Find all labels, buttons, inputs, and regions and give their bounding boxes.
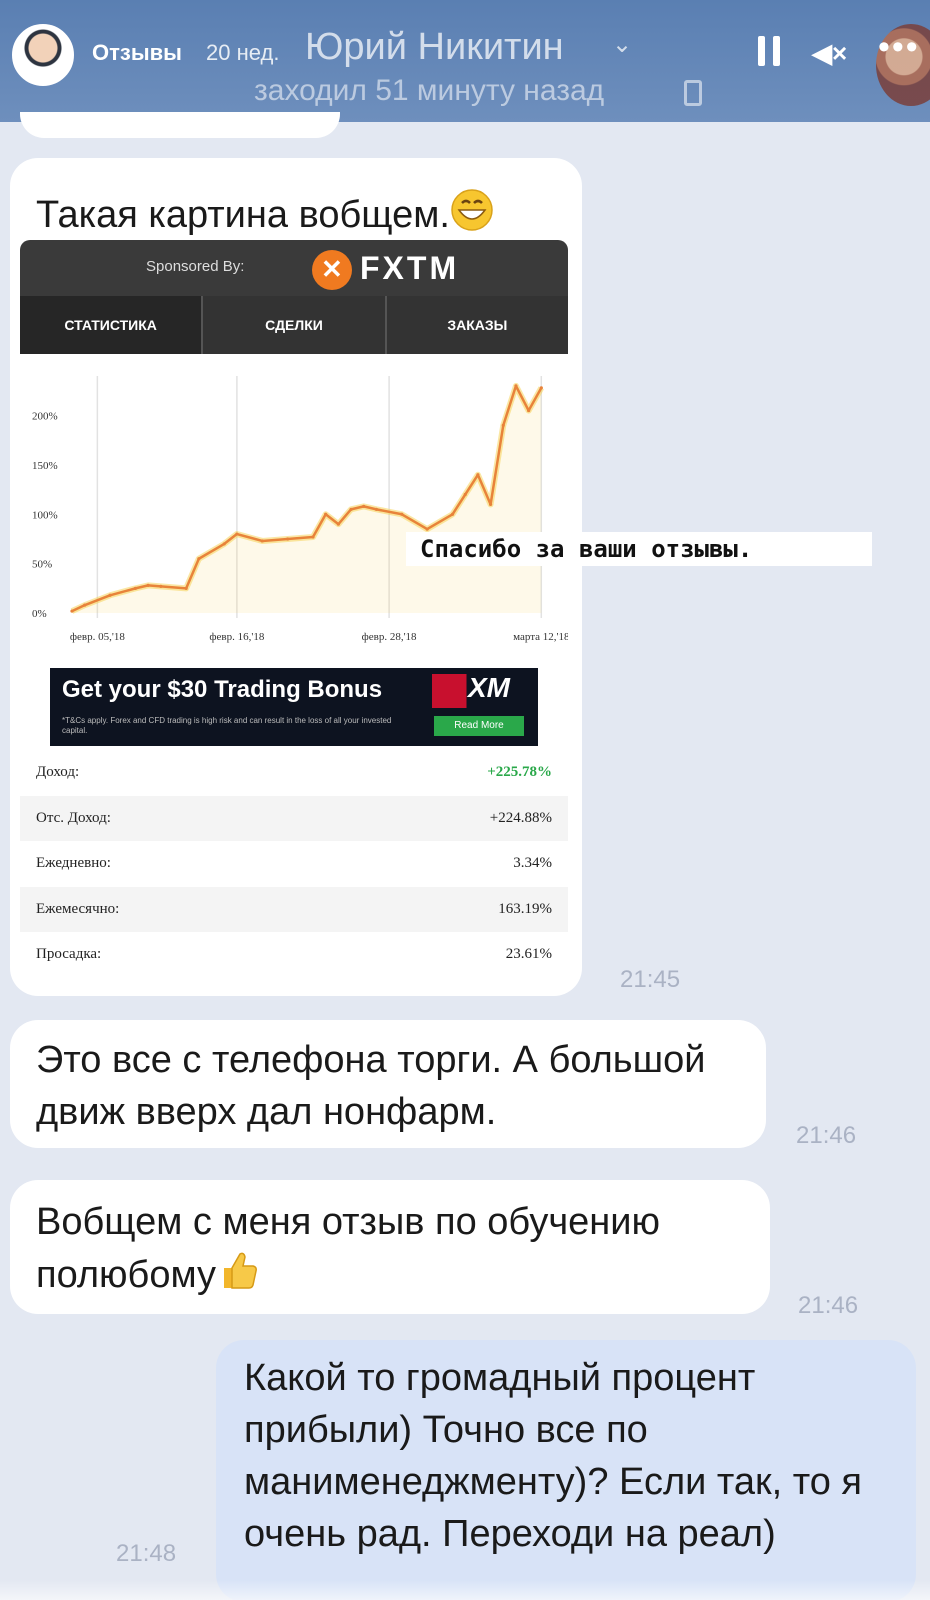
message-bubble[interactable]: Вобщем с меня отзыв по обучению полюбому [10, 1180, 770, 1314]
data-point [450, 512, 455, 516]
data-point [336, 522, 340, 526]
message-bubble[interactable]: Это все с телефона торги. А большой движ… [10, 1020, 766, 1148]
data-point [400, 512, 404, 516]
xm-ad-banner: Get your $30 Trading Bonus *T&Cs apply. … [50, 668, 538, 746]
y-tick-label: 0% [32, 608, 47, 620]
stat-row: Просадка: 23.61% [20, 932, 568, 978]
data-point [476, 473, 480, 477]
ad-title: Get your $30 Trading Bonus [62, 676, 383, 703]
grinning-face-icon [450, 188, 494, 246]
story-title: Отзывы [92, 40, 182, 65]
message-time: 21:48 [116, 1540, 177, 1567]
stats-tabs: СТАТИСТИКА СДЕЛКИ ЗАКАЗЫ [20, 296, 568, 354]
data-point [159, 584, 163, 588]
bottom-fade [0, 1580, 930, 1600]
message-text-content: Вобщем с меня отзыв по обучению полюбому [36, 1201, 660, 1297]
stat-label: Просадка: [36, 946, 102, 962]
data-point [197, 557, 201, 561]
stat-value: 23.61% [505, 946, 552, 962]
xm-brand: XM [468, 672, 510, 703]
data-point [488, 502, 493, 507]
message-bubble[interactable]: Какой то громадный процент прибыли) Точн… [216, 1340, 916, 1600]
message-text: Какой то громадный процент прибыли) Точн… [244, 1357, 863, 1555]
data-point [463, 492, 467, 497]
tab-deals: СДЕЛКИ [203, 296, 387, 354]
y-tick-label: 100% [32, 509, 58, 521]
data-point [425, 527, 429, 531]
stat-label: Отс. Доход: [36, 809, 111, 826]
data-point [184, 586, 188, 590]
stat-value: 3.34% [513, 855, 552, 871]
ad-read-more-button: Read More [434, 716, 524, 736]
chart-area [72, 385, 542, 614]
chevron-down-icon[interactable]: ⌄ [612, 30, 632, 59]
pause-icon[interactable] [758, 36, 780, 66]
data-point [374, 507, 379, 511]
message-text: Это все с телефона торги. А большой движ… [36, 1039, 706, 1133]
stat-value: 163.19% [498, 900, 552, 917]
stat-value: +224.88% [489, 809, 552, 826]
sponsor-bar: Sponsored By: FXTM [20, 240, 568, 296]
data-point [286, 537, 290, 541]
data-point [311, 535, 315, 539]
message-text: Вобщем с меня отзыв по обучению полюбому [36, 1196, 758, 1306]
x-tick-label: февр. 28,'18 [362, 631, 417, 643]
data-point [108, 593, 112, 597]
data-point [235, 532, 239, 536]
data-point [260, 539, 264, 543]
y-tick-label: 150% [32, 460, 58, 472]
tab-orders: ЗАКАЗЫ [447, 317, 508, 333]
previous-message-bubble [20, 112, 340, 138]
message-text-content: Такая картина вобщем. [36, 194, 450, 237]
stat-label: Ежемесячно: [36, 900, 120, 917]
data-point [501, 423, 505, 427]
fxtm-logo-icon [312, 250, 352, 290]
stat-row: Ежемесячно: 163.19% [20, 886, 568, 932]
story-header: Отзывы 20 нед. Юрий Никитин ⌄ заходил 51… [0, 0, 930, 122]
trading-screenshot: Sponsored By: FXTM СТАТИСТИКА СДЕЛКИ ЗАК… [20, 240, 568, 978]
message-time: 21:46 [796, 1122, 857, 1149]
stat-label: Ежедневно: [36, 855, 111, 871]
fxtm-brand: FXTM [360, 250, 460, 286]
x-tick-label: марта 12,'18 [513, 631, 568, 643]
data-point [527, 408, 531, 413]
data-point [70, 609, 74, 613]
x-tick-label: февр. 05,'18 [70, 631, 125, 643]
sponsor-label: Sponsored By: [146, 258, 245, 275]
stat-row: Отс. Доход: +224.88% [20, 795, 568, 841]
profit-chart: февр. 05,'18 февр. 16,'18 февр. 28,'18 март… [32, 376, 568, 643]
data-point [514, 384, 518, 388]
stat-label: Доход: [36, 764, 80, 780]
more-icon[interactable]: ••• [878, 28, 920, 67]
data-point [539, 386, 543, 390]
data-point [83, 603, 87, 607]
story-age: 20 нед. [206, 40, 280, 65]
message-time: 21:46 [798, 1292, 859, 1319]
data-point [146, 583, 150, 588]
y-tick-label: 200% [32, 411, 58, 423]
stats-table: Доход: +225.78% Отс. Доход: +224.88% Ежедн… [20, 750, 568, 978]
story-caption: Спасибо за ваши отзывы. [406, 532, 872, 566]
mute-icon[interactable]: ◀× [812, 38, 847, 69]
phone-icon [684, 80, 702, 106]
data-point [362, 504, 366, 508]
message-bubble[interactable]: Такая картина вобщем. Sponsored By: FXTM… [10, 158, 582, 996]
data-point [222, 542, 226, 546]
stat-row: Ежедневно: 3.34% [20, 841, 568, 887]
chat-name[interactable]: Юрий Никитин [305, 26, 564, 69]
tab-statistics: СТАТИСТИКА [20, 296, 204, 354]
chat-status: заходил 51 минуту назад [254, 74, 605, 107]
data-point [324, 512, 328, 516]
stat-row: Доход: +225.78% [20, 750, 568, 796]
message-text: Такая картина вобщем. [36, 188, 494, 246]
story-avatar[interactable] [12, 24, 74, 86]
y-tick-label: 50% [32, 559, 52, 571]
data-point [349, 507, 353, 511]
thumbs-up-icon [216, 1248, 260, 1306]
message-time: 21:45 [620, 966, 681, 993]
stat-value: +225.78% [487, 764, 552, 780]
data-point [133, 586, 138, 590]
ad-terms: *T&Cs apply. Forex and CFD trading is hi… [62, 716, 392, 735]
x-tick-label: февр. 16,'18 [209, 631, 264, 643]
